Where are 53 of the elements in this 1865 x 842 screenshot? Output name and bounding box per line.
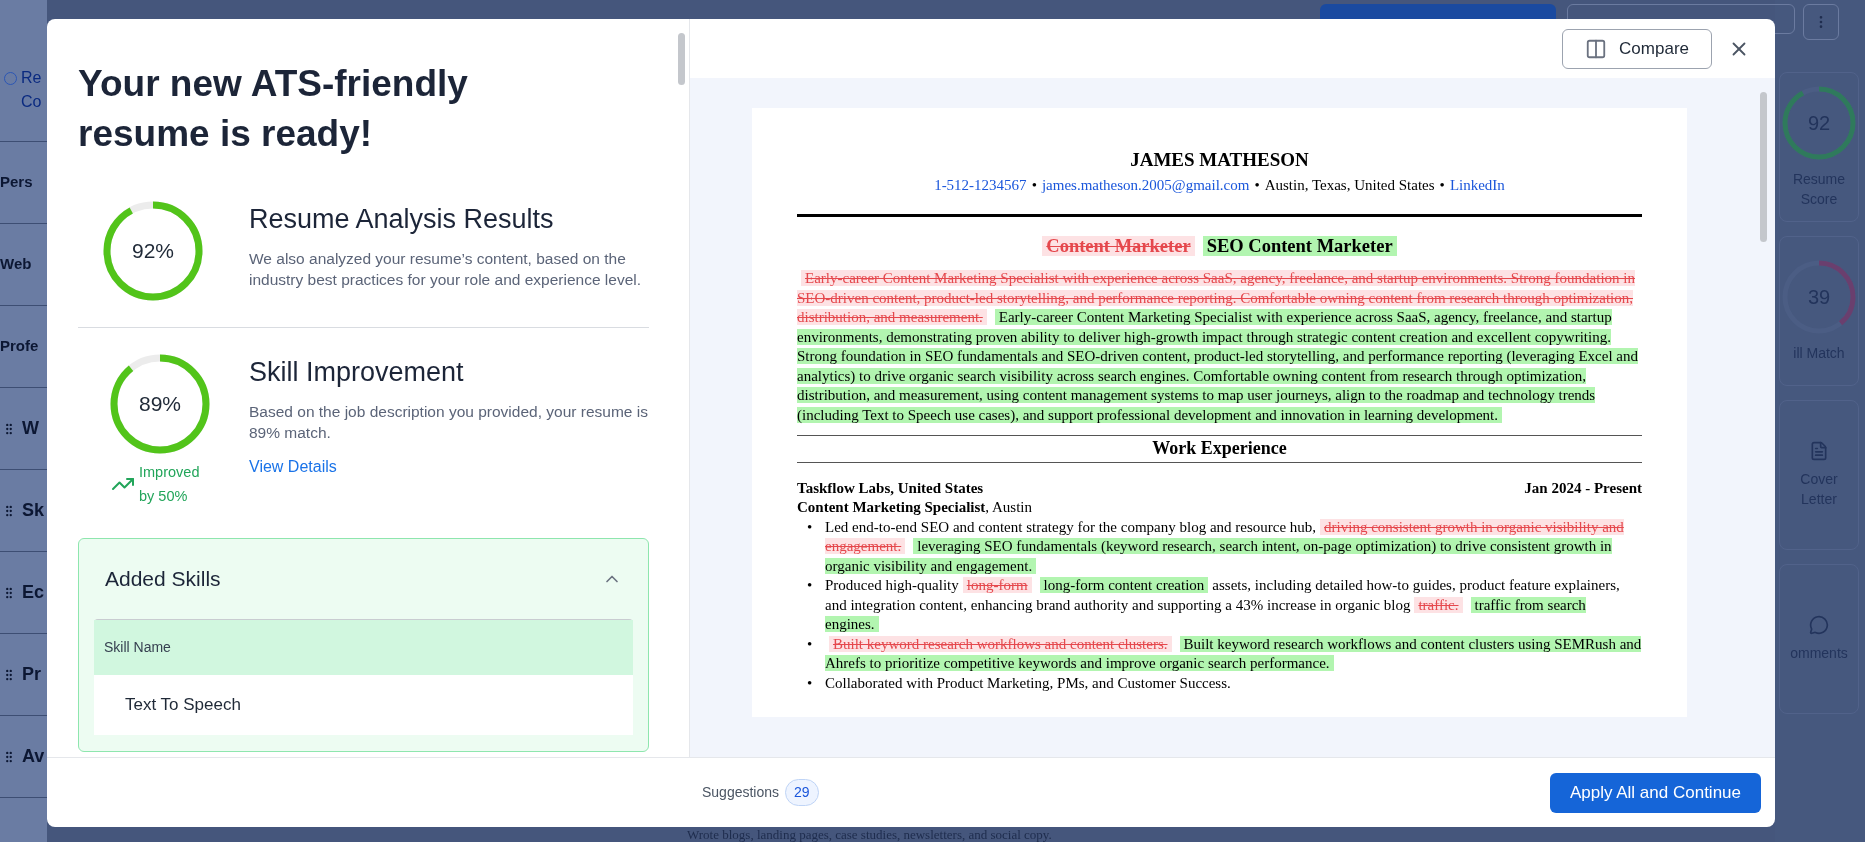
contact-link[interactable]: LinkedIn <box>1449 175 1505 195</box>
view-details-link[interactable]: View Details <box>249 454 649 479</box>
scrollbar[interactable] <box>1760 92 1767 242</box>
sidebar-item[interactable]: Sk <box>22 497 45 524</box>
improvement-text: Improved by 50% <box>139 463 201 506</box>
company-name: Taskflow Labs, United States <box>797 478 984 498</box>
table-header: Skill Name <box>94 620 633 675</box>
score-value: 89% <box>139 391 181 418</box>
split-view-icon <box>1585 37 1608 60</box>
sidebar-item[interactable]: Pers <box>0 171 33 194</box>
contact-text: Austin, Texas, United States <box>1264 175 1435 195</box>
bullet-marker: • <box>807 673 814 693</box>
section-description: Based on the job description you provided, your resume is 89% match. <box>249 401 649 443</box>
added-title: SEO Content Marketer <box>1202 236 1397 256</box>
contact-link[interactable]: james.matheson.2005@gmail.com <box>1041 175 1250 195</box>
table-cell: Text To Speech <box>94 675 633 735</box>
sidebar-item[interactable]: Profe <box>0 335 39 358</box>
bullet-text: Collaborated with Product Marketing, PMs, and Customer Success. <box>825 673 1232 693</box>
suggestions-count: 29 <box>785 779 819 806</box>
contact-text: • <box>1254 175 1260 195</box>
bullet-text: Produced high-quality long-form long-form content creation assets, including detailed how-to guides, product feature explainers, and integration content, enhancing brand authority and supporting a 43% increase in organic blog traffic. traffic from search engines. <box>825 576 1621 634</box>
summary-paragraph: Early-career Content Marketing Specialist with experience across SaaS, agency, freelance, and startup environments. Strong foundation in SEO-driven content, product-led storytelling, and performance reporting. Comfortable owning content from research through optimization, distribution, and measurement. Early-career Content Marketing Specialist with experience across SaaS, agency, freelance, and startup environments, demonstrating proven ability to deliver high-growth impact through strategic content creation and excellent copywriting. Strong foundation in SEO fundamentals and SEO-driven content, product-led storytelling, and performance reporting (leveraging Excel and analytics) to drive organic search visibility across search engines. Comfortable owning content from research through optimization, distribution, and measurement, using content management systems to map user journeys, align to the roadmap and technology trends (including Text to Speech use cases), and support professional development and innovation in learning development. <box>797 269 1640 425</box>
bullet-marker: • <box>807 576 814 595</box>
suggestions-label: Suggestions <box>702 783 780 802</box>
contact-text: • <box>1439 175 1445 195</box>
dialog-title: Your new ATS-friendly resume is ready! <box>78 62 469 156</box>
bullet-text: Led end-to-end SEO and content strategy for the company blog and resource hub, driving consistent growth in organic visibility and engagement. leveraging SEO fundamentals (keyword research, search intent, on-page optimization) to drive consistent growth in organic visibility and engagement. <box>825 517 1625 576</box>
score-value: 92% <box>132 238 174 265</box>
bullet-text: Built keyword research workflows and content clusters. Built keyword research workflows and content clusters using SEMRush and Ahrefs to prioritize competitive keywords and improve organic search performance. <box>825 634 1642 673</box>
contact-text: • <box>1031 175 1037 195</box>
accordion-header[interactable]: Added Skills <box>94 539 633 619</box>
job-role: Content Marketing Specialist, Austin <box>797 498 1033 517</box>
contact-link[interactable]: 1-512-1234567 <box>934 175 1027 195</box>
document-icon <box>1809 441 1829 461</box>
section-heading: Resume Analysis Results <box>249 203 555 236</box>
sidebar-item[interactable]: Ec <box>22 579 45 606</box>
scrollbar[interactable] <box>678 33 685 85</box>
removed-title: Content Marketer <box>1042 236 1195 256</box>
apply-button[interactable]: Apply All and Continue <box>1549 772 1761 813</box>
section-heading: Skill Improvement <box>249 356 465 389</box>
resume-name: JAMES MATHESON <box>1129 150 1310 170</box>
section-description: We also analyzed your resume’s content, based on the industry best practices for your role and experience level. <box>249 248 642 290</box>
chat-bubble-icon <box>1809 615 1829 635</box>
bullet-marker: • <box>807 634 814 654</box>
sidebar-item[interactable]: W <box>22 415 39 442</box>
sidebar-item[interactable]: Web <box>0 253 32 276</box>
sidebar-item[interactable]: Pr <box>22 661 41 688</box>
compare-button[interactable]: Compare <box>1562 28 1712 69</box>
sidebar-link[interactable]: Re Co <box>21 66 42 114</box>
job-dates: Jan 2024 - Present <box>1524 478 1642 498</box>
bullet-marker: • <box>807 517 814 537</box>
sidebar-item[interactable]: Av <box>22 743 45 770</box>
section-title: Work Experience <box>1151 437 1288 460</box>
